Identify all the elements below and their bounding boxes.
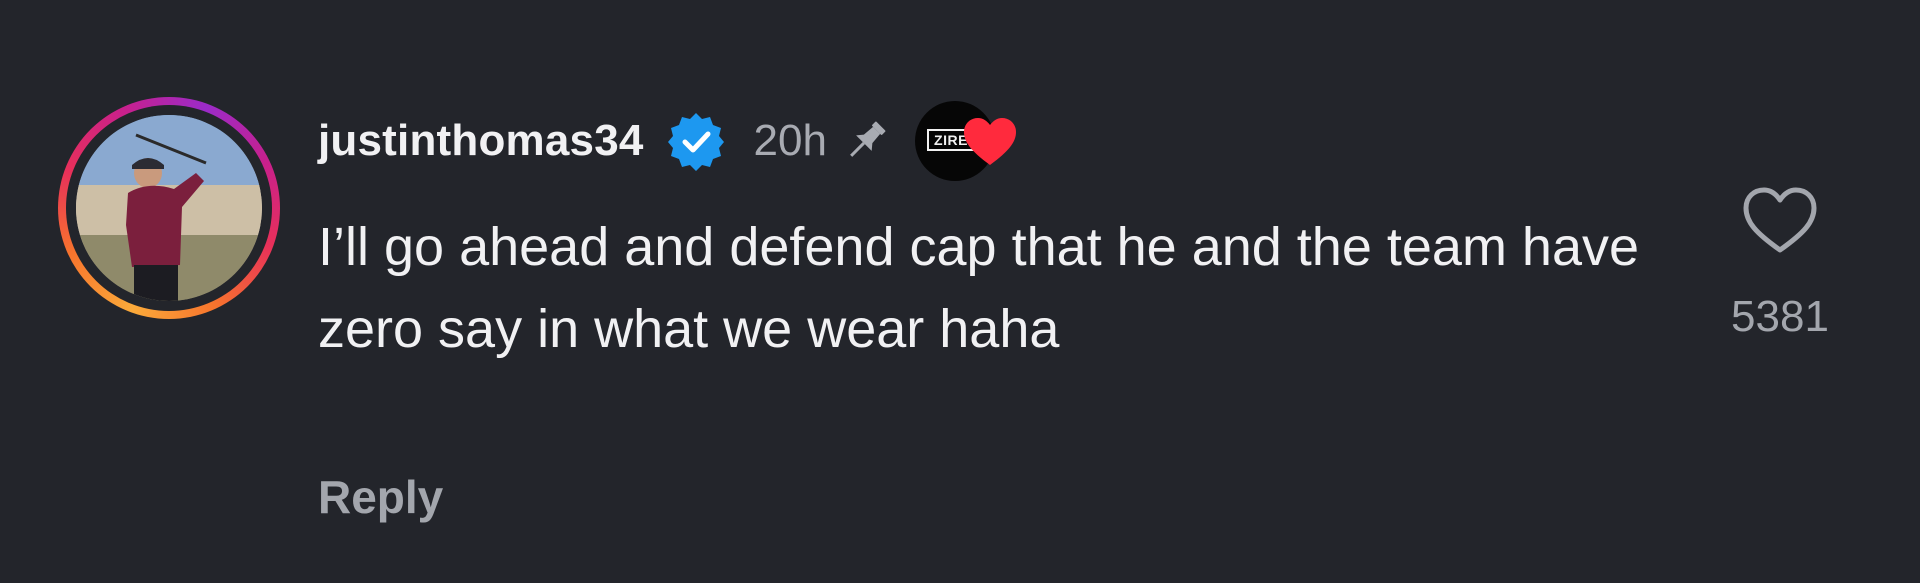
comment-item: justinthomas34 20h ZIRE I’ll go ahead an… (0, 0, 1920, 583)
comment-text: I’ll go ahead and defend cap that he and… (318, 217, 1640, 359)
like-count: 5381 (1731, 292, 1829, 341)
avatar[interactable] (76, 115, 262, 301)
username-link[interactable]: justinthomas34 (318, 116, 644, 166)
pin-icon (850, 121, 886, 157)
verified-badge-icon (667, 113, 724, 171)
reply-button[interactable]: Reply (318, 470, 443, 524)
heart-icon (963, 118, 1016, 165)
timestamp: 20h (753, 116, 827, 165)
heart-outline-icon[interactable] (1740, 184, 1820, 256)
avatar-story-ring[interactable] (58, 97, 280, 319)
golfer-avatar-image (76, 115, 262, 301)
comment-header: justinthomas34 20h ZIRE (318, 101, 1016, 181)
brand-badge[interactable]: ZIRE (914, 101, 1016, 181)
